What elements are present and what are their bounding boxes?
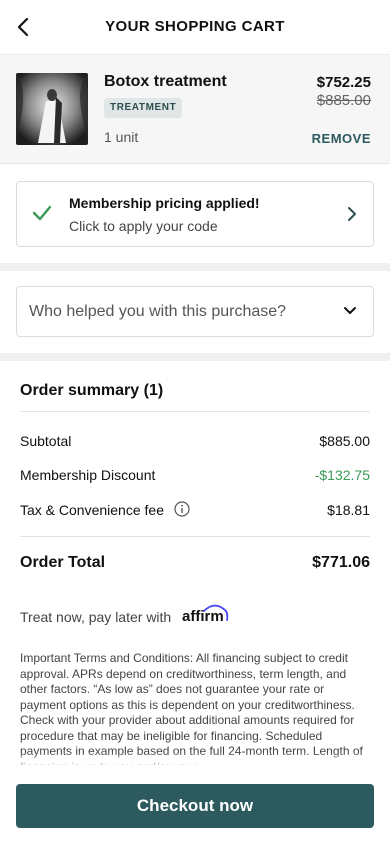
helper-select[interactable]: Who helped you with this purchase? — [16, 286, 374, 337]
membership-pricing-card[interactable]: Membership pricing applied! Click to app… — [16, 181, 374, 247]
membership-title: Membership pricing applied! — [69, 195, 260, 211]
category-badge: TREATMENT — [104, 98, 183, 118]
divider — [20, 536, 370, 537]
check-icon — [32, 205, 52, 221]
subtotal-value: $885.00 — [319, 433, 370, 449]
item-price: $752.25 — [316, 74, 371, 91]
divider — [20, 411, 370, 412]
chevron-right-icon — [348, 207, 356, 221]
chevron-down-icon — [344, 307, 356, 314]
helper-select-placeholder: Who helped you with this purchase? — [29, 303, 287, 320]
terms-fade — [0, 752, 390, 770]
discount-label: Membership Discount — [20, 467, 156, 483]
header: YOUR SHOPPING CART — [0, 0, 390, 54]
order-total-value: $771.06 — [312, 554, 370, 571]
discount-value: -$132.75 — [314, 467, 370, 483]
item-name: Botox treatment — [104, 73, 227, 90]
checkout-button[interactable]: Checkout now — [16, 784, 374, 828]
financing-text: Treat now, pay later with — [20, 609, 172, 625]
membership-subtitle: Click to apply your code — [69, 218, 218, 234]
cart-item: Botox treatment TREATMENT 1 unit $752.25… — [0, 54, 390, 164]
item-original-price: $885.00 — [316, 92, 371, 109]
subtotal-label: Subtotal — [20, 433, 72, 449]
section-divider — [0, 353, 390, 361]
financing-terms: Important Terms and Conditions: All fina… — [20, 651, 363, 765]
page-title: YOUR SHOPPING CART — [105, 18, 285, 35]
item-thumbnail — [16, 73, 88, 145]
affirm-logo: affirm — [182, 604, 229, 624]
svg-text:affirm: affirm — [182, 608, 224, 624]
section-divider — [0, 263, 390, 271]
remove-button[interactable]: REMOVE — [312, 131, 371, 146]
order-total-label: Order Total — [20, 554, 106, 571]
item-quantity: 1 unit — [104, 129, 139, 145]
order-summary-title: Order summary (1) — [20, 382, 164, 399]
info-icon[interactable] — [174, 501, 190, 517]
tax-value: $18.81 — [327, 502, 370, 518]
tax-label: Tax & Convenience fee — [20, 502, 164, 518]
